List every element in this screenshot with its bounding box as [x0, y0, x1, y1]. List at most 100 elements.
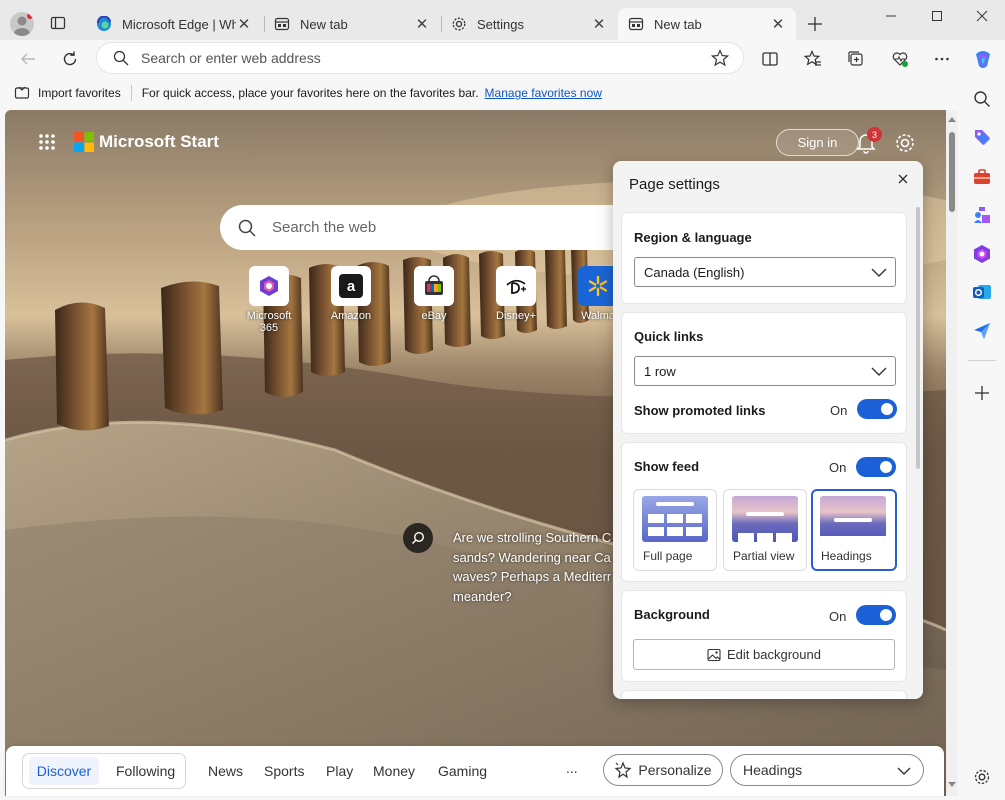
favorites-button[interactable] [797, 43, 829, 75]
split-screen-icon [762, 52, 778, 66]
sidebar-games-button[interactable] [971, 204, 993, 226]
collections-button[interactable] [840, 43, 872, 75]
tab-label: New tab [654, 16, 702, 32]
tab-newtab-1[interactable]: New tab ✕ [264, 8, 440, 40]
gear-icon [452, 17, 466, 31]
import-favorites-button[interactable]: Import favorites [14, 85, 121, 101]
layout-select[interactable]: Headings [730, 754, 924, 786]
region-value: Canada (English) [644, 264, 745, 280]
nav-play[interactable]: Play [326, 763, 353, 779]
browser-essentials-button[interactable] [884, 43, 916, 75]
quick-links-select[interactable]: 1 row [634, 356, 896, 386]
newtab-icon [274, 17, 290, 31]
background-toggle[interactable] [856, 605, 896, 625]
more-button[interactable] [926, 43, 958, 75]
nav-gaming[interactable]: Gaming [438, 763, 487, 779]
quick-link-disney[interactable]: Disney+ [486, 266, 546, 322]
star-icon[interactable] [711, 49, 729, 67]
split-screen-button[interactable] [754, 43, 786, 75]
apps-launcher-button[interactable] [38, 133, 56, 151]
copilot-button[interactable] [967, 43, 999, 75]
discover-following-group: Discover Following [22, 753, 186, 789]
nav-more-button[interactable]: ... [566, 760, 578, 776]
sidebar-shopping-button[interactable] [971, 126, 993, 148]
personalize-button[interactable]: Personalize [603, 754, 723, 786]
close-icon[interactable]: ✕ [236, 16, 252, 33]
page-scrollbar[interactable] [946, 110, 958, 796]
sidebar-send-button[interactable] [971, 320, 993, 342]
minimize-button[interactable] [868, 0, 914, 32]
feed-nav-bar: Discover Following News Sports Play Mone… [6, 746, 944, 796]
promoted-links-toggle[interactable] [857, 399, 897, 419]
nav-sports[interactable]: Sports [264, 763, 304, 779]
quick-link-ebay[interactable]: eBay [404, 266, 464, 322]
sign-in-button[interactable]: Sign in [776, 129, 859, 156]
tab-label: Microsoft Edge | What [122, 16, 236, 32]
show-feed-card: Show feed On Full page Partial view Head… [621, 442, 907, 582]
tab-actions-button[interactable] [50, 15, 66, 31]
sidebar-settings-button[interactable] [971, 766, 993, 788]
tab-actions-icon [50, 16, 66, 30]
back-button[interactable] [12, 43, 44, 75]
scrollbar-thumb[interactable] [949, 132, 955, 212]
web-search-box[interactable]: Search the web [220, 205, 640, 250]
import-icon [14, 86, 30, 99]
nav-news[interactable]: News [208, 763, 243, 779]
layout-headings-option[interactable]: Headings [811, 489, 897, 571]
image-info-button[interactable] [403, 523, 433, 553]
layout-full-page-option[interactable]: Full page [633, 489, 717, 571]
quick-link-label: Walma [581, 310, 615, 322]
close-icon[interactable]: ✕ [414, 16, 430, 33]
address-placeholder: Search or enter web address [141, 50, 321, 66]
tab-label: Settings [477, 16, 524, 32]
sidebar-outlook-button[interactable] [971, 281, 993, 303]
region-select[interactable]: Canada (English) [634, 257, 896, 287]
new-tab-button[interactable] [804, 13, 826, 35]
sign-in-label: Sign in [797, 135, 838, 150]
promoted-state: On [830, 403, 848, 418]
personalize-label: Personalize [638, 762, 712, 778]
scroll-up-icon [948, 117, 956, 122]
chevron-down-icon [871, 268, 887, 277]
send-icon [974, 323, 990, 339]
nav-following[interactable]: Following [116, 763, 175, 779]
chevron-down-icon [871, 367, 887, 376]
background-card: Background On Edit background [621, 590, 907, 682]
tab-settings[interactable]: Settings ✕ [441, 8, 617, 40]
quick-link-amazon[interactable]: a Amazon [321, 266, 381, 322]
copilot-icon [976, 51, 990, 68]
microsoft-logo-icon [74, 132, 94, 152]
microsoft-start-logo[interactable]: Microsoft Start [74, 132, 219, 152]
maximize-button[interactable] [914, 0, 960, 32]
close-window-button[interactable] [959, 0, 1005, 32]
address-bar[interactable]: Search or enter web address [96, 42, 744, 74]
image-caption[interactable]: Are we strolling Southern C sands? Wande… [453, 528, 611, 606]
tab-newtab-active[interactable]: New tab ✕ [618, 8, 796, 40]
notifications-button[interactable]: 3 [855, 127, 882, 154]
full-page-thumbnail [642, 496, 708, 542]
panel-scrollbar[interactable] [916, 207, 920, 469]
close-icon[interactable]: ✕ [591, 16, 607, 33]
page-settings-button[interactable] [894, 132, 916, 154]
layout-partial-view-option[interactable]: Partial view [723, 489, 807, 571]
scroll-down-icon [948, 782, 956, 787]
profile-avatar[interactable] [10, 12, 34, 36]
manage-favorites-link[interactable]: Manage favorites now [485, 86, 602, 100]
sidebar-add-button[interactable] [971, 382, 993, 404]
quick-link-microsoft365[interactable]: Microsoft 365 [239, 266, 299, 334]
tab-edge[interactable]: Microsoft Edge | What ✕ [86, 8, 262, 40]
import-favorites-label: Import favorites [38, 86, 121, 100]
edit-background-button[interactable]: Edit background [633, 639, 895, 670]
sidebar-search-button[interactable] [971, 88, 993, 110]
close-icon[interactable]: ✕ [770, 16, 786, 33]
nav-money[interactable]: Money [373, 763, 415, 779]
show-feed-toggle[interactable] [856, 457, 896, 477]
nav-discover[interactable]: Discover [29, 757, 99, 785]
refresh-button[interactable] [54, 43, 86, 75]
sidebar-tools-button[interactable] [971, 166, 993, 188]
plus-icon [808, 17, 822, 31]
search-icon [113, 50, 129, 66]
close-panel-button[interactable] [895, 171, 911, 187]
sidebar-microsoft365-button[interactable] [971, 243, 993, 265]
show-feed-title: Show feed [634, 459, 700, 474]
